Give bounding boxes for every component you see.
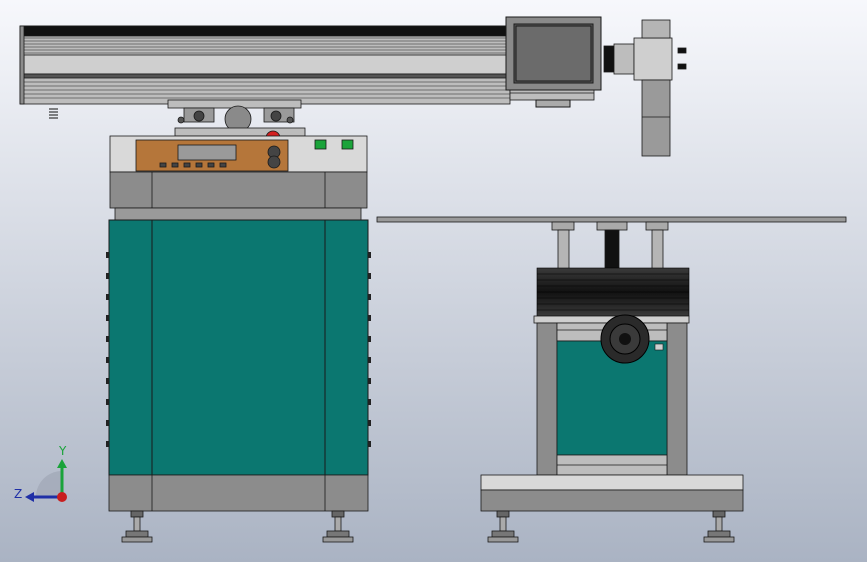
- top-plate: [376, 216, 847, 223]
- teal-cabinet: [108, 219, 369, 476]
- y-axis-label: Y: [58, 444, 67, 458]
- left-machine: [106, 135, 371, 543]
- side-base: [480, 474, 744, 512]
- x-axis-dot-icon: [57, 492, 67, 502]
- cad-drawing: Y Z: [0, 0, 867, 562]
- cad-viewport[interactable]: Y Z: [0, 0, 867, 562]
- bellows: [536, 267, 690, 317]
- control-box: [109, 135, 368, 173]
- z-axis-label: Z: [14, 487, 22, 501]
